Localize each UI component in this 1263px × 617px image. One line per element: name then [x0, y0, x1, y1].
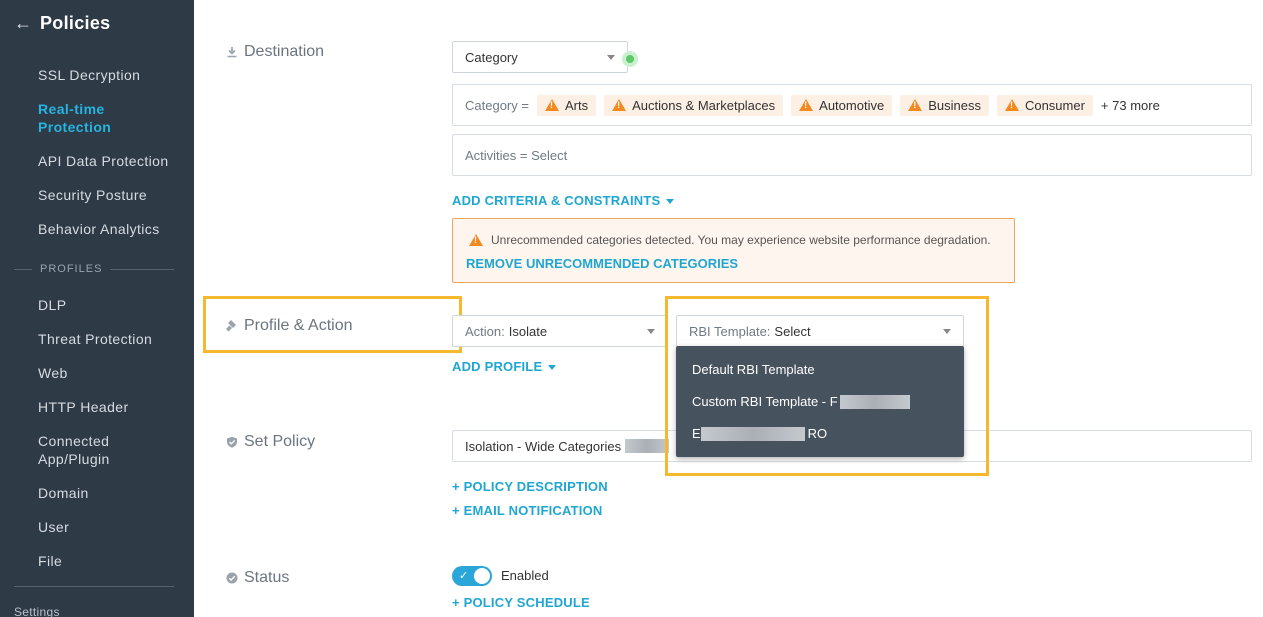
profiles-section-label: PROFILES [40, 263, 103, 275]
redacted-text [625, 439, 670, 453]
toggle-knob [474, 568, 490, 584]
add-profile-label: ADD PROFILE [452, 359, 543, 374]
sidebar-item-file[interactable]: File [38, 552, 188, 570]
category-chip-label: Automotive [819, 97, 885, 113]
sidebar-item-http-header[interactable]: HTTP Header [38, 398, 188, 416]
add-criteria-label: ADD CRITERIA & CONSTRAINTS [452, 193, 661, 208]
action-select-label: Action: [465, 323, 505, 339]
remove-unrecommended-button[interactable]: REMOVE UNRECOMMENDED CATEGORIES [466, 256, 738, 271]
more-categories-link[interactable]: + 73 more [1101, 98, 1160, 113]
sidebar-item-api-data-protection[interactable]: API Data Protection [38, 152, 188, 170]
category-chip[interactable]: Auctions & Marketplaces [604, 94, 784, 116]
destination-label-text: Destination [244, 43, 325, 60]
sidebar-title: Policies [40, 12, 111, 33]
policy-description-button[interactable]: + POLICY DESCRIPTION [452, 479, 608, 494]
sidebar-section-settings[interactable]: Settings [14, 605, 60, 617]
status-toggle-label: Enabled [501, 568, 549, 583]
category-chip-label: Consumer [1024, 97, 1085, 113]
action-select[interactable]: Action: Isolate [452, 315, 668, 347]
policy-schedule-button[interactable]: + POLICY SCHEDULE [452, 595, 590, 610]
set-policy-label-text: Set Policy [244, 433, 316, 450]
action-select-value: Isolate [508, 323, 548, 339]
sidebar-item-ssl-decryption[interactable]: SSL Decryption [38, 66, 188, 84]
sidebar-item-dlp[interactable]: DLP [38, 296, 188, 314]
rbi-template-dropdown: Default RBI Template Custom RBI Template… [676, 346, 964, 457]
unrecommended-warning-banner: Unrecommended categories detected. You m… [452, 218, 1015, 283]
gavel-icon [226, 320, 236, 332]
category-chip-label: Auctions & Marketplaces [632, 97, 776, 113]
profile-action-label-text: Profile & Action [244, 317, 353, 334]
sidebar-item-user[interactable]: User [38, 518, 188, 536]
category-chip-label: Arts [564, 97, 589, 113]
rbi-template-label: RBI Template: [689, 323, 771, 339]
status-label-text: Status [244, 569, 290, 586]
rbi-option-label: E [692, 426, 701, 441]
redacted-text [839, 394, 910, 409]
activities-value: Activities = Select [465, 147, 568, 163]
chevron-down-icon [607, 55, 615, 60]
sidebar-item-threat-protection[interactable]: Threat Protection [38, 330, 188, 348]
divider [110, 268, 174, 270]
shield-check-icon [227, 436, 237, 448]
category-chip[interactable]: Automotive [791, 94, 893, 116]
sidebar-item-security-posture[interactable]: Security Posture [38, 186, 188, 204]
rbi-option-label: Custom RBI Template - F [692, 394, 838, 409]
divider [14, 586, 174, 587]
policy-name-value: Isolation - Wide Categories [465, 438, 622, 454]
sidebar: ← Policies SSL Decryption Real-time Prot… [0, 0, 194, 617]
rbi-option-label: Default RBI Template [692, 362, 815, 377]
caret-down-icon [666, 199, 675, 205]
category-chip[interactable]: Consumer [996, 94, 1093, 116]
warning-icon [799, 99, 814, 111]
activities-field[interactable]: Activities = Select [452, 134, 1252, 176]
warning-icon [544, 99, 559, 111]
add-profile-button[interactable]: ADD PROFILE [452, 359, 557, 374]
profiles-section-header: PROFILES [14, 263, 174, 275]
warning-icon [612, 99, 627, 111]
status-label: Status [226, 569, 289, 587]
rbi-option-other[interactable]: E RO [692, 426, 827, 441]
sidebar-item-behavior-analytics[interactable]: Behavior Analytics [38, 220, 188, 238]
chevron-down-icon [943, 329, 951, 334]
sidebar-item-real-time-protection[interactable]: Real-time Protection [38, 100, 148, 136]
sidebar-item-connected-app-plugin[interactable]: Connected App/Plugin [38, 432, 128, 468]
sidebar-item-web[interactable]: Web [38, 364, 188, 382]
chevron-down-icon [647, 329, 655, 334]
category-field[interactable]: Category = Arts Auctions & Marketplaces … [452, 84, 1252, 126]
check-icon: ✓ [459, 570, 469, 582]
add-criteria-button[interactable]: ADD CRITERIA & CONSTRAINTS [452, 193, 675, 208]
destination-type-select[interactable]: Category [452, 41, 628, 73]
back-to-policies[interactable]: ← Policies [14, 12, 110, 34]
rbi-template-value: Select [774, 323, 811, 339]
status-indicator-icon [622, 51, 638, 67]
destination-type-value: Category [465, 49, 518, 65]
caret-down-icon [548, 365, 557, 371]
rbi-option-label-suffix: RO [807, 426, 828, 441]
warning-icon [1004, 99, 1019, 111]
category-prefix: Category = [465, 97, 529, 113]
category-chip[interactable]: Arts [536, 94, 597, 116]
rbi-template-select[interactable]: RBI Template: Select [676, 315, 964, 347]
destination-label: Destination [226, 43, 324, 61]
category-chip[interactable]: Business [900, 94, 989, 116]
sidebar-item-domain[interactable]: Domain [38, 484, 188, 502]
rbi-option-custom[interactable]: Custom RBI Template - F [692, 394, 910, 409]
profile-action-label: Profile & Action [226, 317, 353, 335]
check-circle-icon [226, 572, 238, 584]
set-policy-label: Set Policy [226, 433, 315, 451]
divider [14, 268, 32, 270]
download-icon [227, 47, 237, 58]
status-toggle[interactable]: ✓ [452, 566, 492, 586]
warning-icon [908, 99, 923, 111]
email-notification-button[interactable]: + EMAIL NOTIFICATION [452, 503, 603, 518]
arrow-left-icon: ← [14, 13, 32, 33]
redacted-text [700, 426, 805, 441]
warning-message: Unrecommended categories detected. You m… [469, 233, 991, 247]
rbi-option-default[interactable]: Default RBI Template [692, 362, 815, 377]
warning-icon [469, 234, 483, 246]
warning-text: Unrecommended categories detected. You m… [491, 233, 991, 247]
category-chip-label: Business [928, 97, 981, 113]
